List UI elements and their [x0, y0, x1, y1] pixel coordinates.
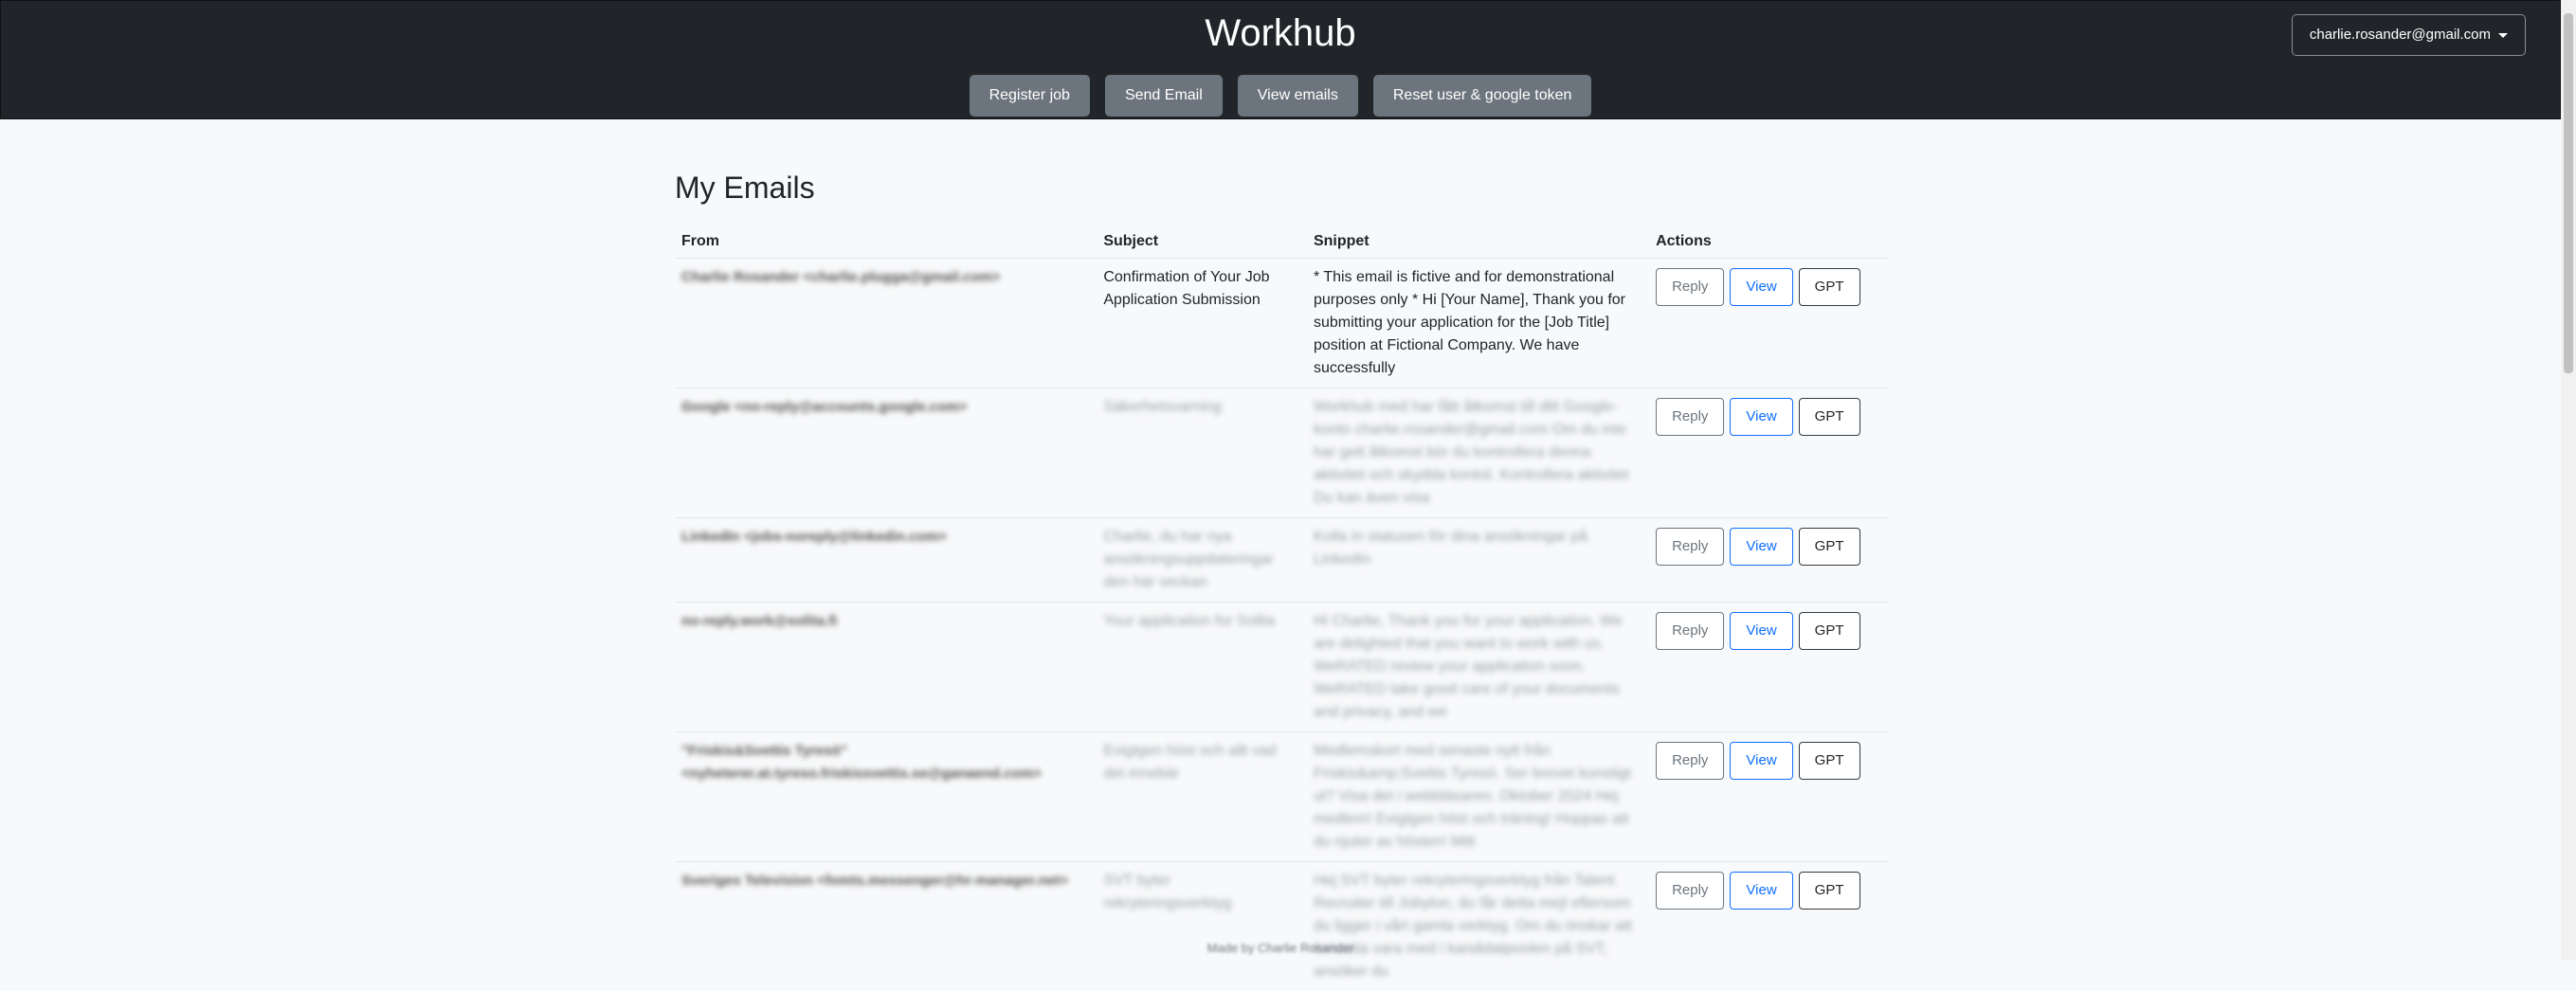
reply-button[interactable]: Reply: [1656, 268, 1724, 306]
gpt-button[interactable]: GPT: [1799, 268, 1860, 306]
gpt-button[interactable]: GPT: [1799, 612, 1860, 650]
view-button[interactable]: View: [1730, 872, 1792, 910]
header-actions: Actions: [1649, 225, 1888, 259]
email-actions: ReplyViewGPT: [1649, 518, 1888, 603]
email-subject: Evigtgen höst och allt vad det innebär: [1097, 732, 1307, 862]
email-snippet: Hi Charlie, Thank you for your applicati…: [1307, 603, 1649, 732]
view-emails-button[interactable]: View emails: [1238, 75, 1358, 117]
header-subject: Subject: [1097, 225, 1307, 259]
scrollbar-thumb[interactable]: [2564, 13, 2573, 373]
view-button[interactable]: View: [1730, 398, 1792, 436]
email-subject: Your application for Solita: [1097, 603, 1307, 732]
email-from: "Friskis&Svettis Tyresö" <nyheterer.at.t…: [675, 732, 1097, 862]
chevron-down-icon: [2498, 33, 2508, 38]
register-job-button[interactable]: Register job: [970, 75, 1090, 117]
footer-credit: Made by Charlie Rosander: [0, 941, 2561, 955]
email-from: LinkedIn <jobs-noreply@linkedin.com>: [675, 518, 1097, 603]
table-row: Google <no-reply@accounts.google.com> Sä…: [675, 388, 1888, 518]
nav-actions: Register job Send Email View emails Rese…: [1, 75, 2560, 117]
reply-button[interactable]: Reply: [1656, 742, 1724, 780]
header-snippet: Snippet: [1307, 225, 1649, 259]
table-row: Charlie Rosander <charlie.plugga@gmail.c…: [675, 259, 1888, 388]
email-actions: ReplyViewGPT: [1649, 603, 1888, 732]
email-snippet: * This email is fictive and for demonstr…: [1307, 259, 1649, 388]
gpt-button[interactable]: GPT: [1799, 742, 1860, 780]
header-from: From: [675, 225, 1097, 259]
email-from: Google <no-reply@accounts.google.com>: [675, 388, 1097, 518]
email-snippet: Medlemskort med senaste nytt från Friski…: [1307, 732, 1649, 862]
app-title: Workhub: [1, 9, 2560, 58]
view-button[interactable]: View: [1730, 528, 1792, 566]
email-subject: Säkerhetsvarning: [1097, 388, 1307, 518]
email-actions: ReplyViewGPT: [1649, 732, 1888, 862]
email-subject: Confirmation of Your Job Application Sub…: [1097, 259, 1307, 388]
gpt-button[interactable]: GPT: [1799, 398, 1860, 436]
email-actions: ReplyViewGPT: [1649, 259, 1888, 388]
view-button[interactable]: View: [1730, 612, 1792, 650]
reply-button[interactable]: Reply: [1656, 872, 1724, 910]
account-email: charlie.rosander@gmail.com: [2310, 27, 2491, 43]
view-button[interactable]: View: [1730, 742, 1792, 780]
reply-button[interactable]: Reply: [1656, 612, 1724, 650]
email-subject: SVT byter rekryteringsverktyg: [1097, 862, 1307, 991]
top-navbar: Workhub charlie.rosander@gmail.com Regis…: [0, 0, 2561, 119]
email-from: no-reply.work@solita.fi: [675, 603, 1097, 732]
gpt-button[interactable]: GPT: [1799, 872, 1860, 910]
email-snippet: Hej SVT byter rekryteringsverktyg från T…: [1307, 862, 1649, 991]
email-from: Charlie Rosander <charlie.plugga@gmail.c…: [675, 259, 1097, 388]
email-actions: ReplyViewGPT: [1649, 862, 1888, 991]
email-snippet: Kolla in statusen för dina ansökningar p…: [1307, 518, 1649, 603]
gpt-button[interactable]: GPT: [1799, 528, 1860, 566]
email-subject: Charlie, du har nya ansökningsuppdaterin…: [1097, 518, 1307, 603]
email-actions: ReplyViewGPT: [1649, 388, 1888, 518]
table-row: no-reply.work@solita.fi Your application…: [675, 603, 1888, 732]
reset-token-button[interactable]: Reset user & google token: [1373, 75, 1592, 117]
view-button[interactable]: View: [1730, 268, 1792, 306]
main-content: My Emails From Subject Snippet Actions C…: [675, 161, 1888, 991]
account-dropdown[interactable]: charlie.rosander@gmail.com: [2292, 14, 2526, 56]
email-from: Sveriges Television <fomts.messenger@hr-…: [675, 862, 1097, 991]
send-email-button[interactable]: Send Email: [1105, 75, 1223, 117]
emails-table: From Subject Snippet Actions Charlie Ros…: [675, 225, 1888, 991]
reply-button[interactable]: Reply: [1656, 398, 1724, 436]
page-title: My Emails: [675, 161, 1888, 214]
table-row: Sveriges Television <fomts.messenger@hr-…: [675, 862, 1888, 991]
table-row: LinkedIn <jobs-noreply@linkedin.com> Cha…: [675, 518, 1888, 603]
table-header-row: From Subject Snippet Actions: [675, 225, 1888, 259]
email-snippet: Workhub med har fått åtkomst till ditt G…: [1307, 388, 1649, 518]
reply-button[interactable]: Reply: [1656, 528, 1724, 566]
page-scrollbar[interactable]: [2561, 0, 2576, 960]
table-row: "Friskis&Svettis Tyresö" <nyheterer.at.t…: [675, 732, 1888, 862]
